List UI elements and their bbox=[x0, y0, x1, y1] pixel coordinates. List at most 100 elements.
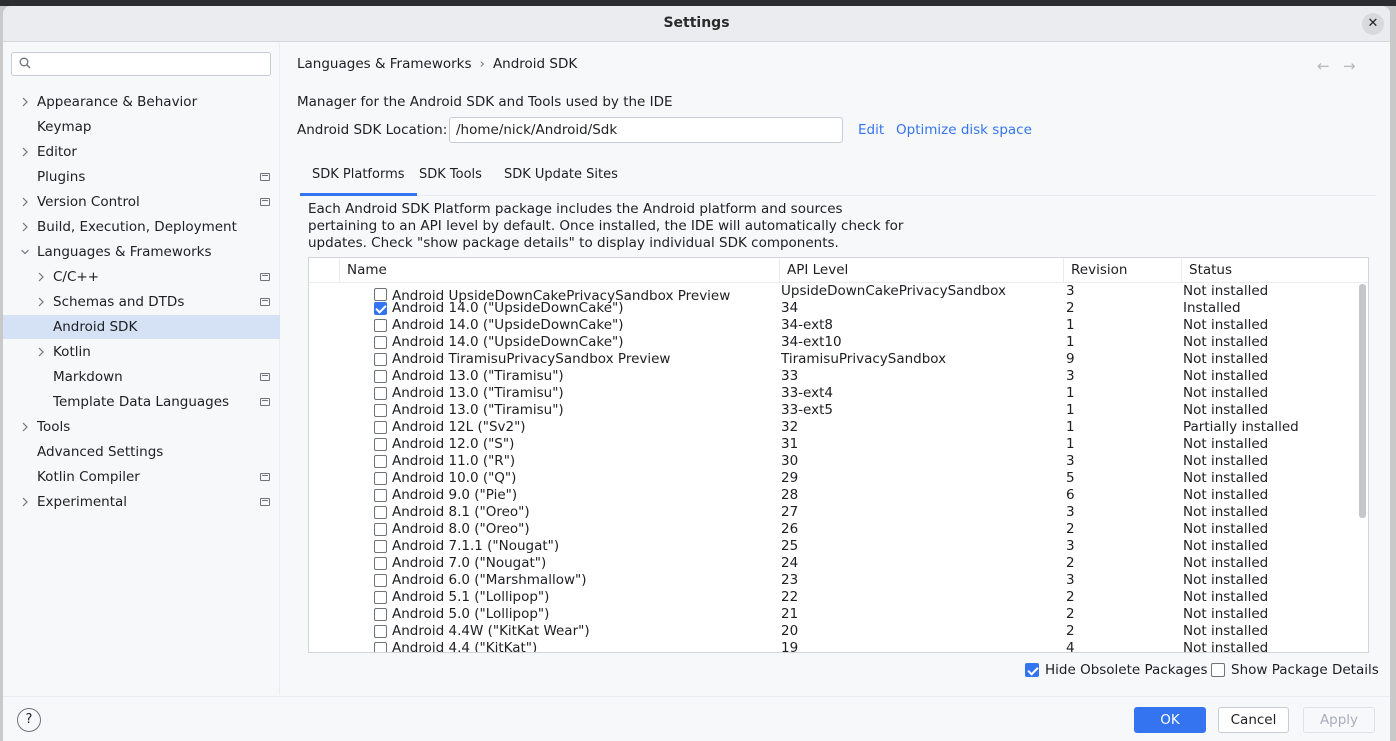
sdk-location-field[interactable]: /home/nick/Android/Sdk bbox=[449, 117, 843, 143]
sidebar-item-advanced-settings[interactable]: Advanced Settings bbox=[3, 440, 280, 464]
sidebar-item-plugins[interactable]: Plugins bbox=[3, 165, 280, 189]
sidebar-item-editor[interactable]: Editor bbox=[3, 140, 280, 164]
sidebar-item-keymap[interactable]: Keymap bbox=[3, 115, 280, 139]
sidebar-item-c-c[interactable]: C/C++ bbox=[3, 265, 280, 289]
apply-button[interactable]: Apply bbox=[1303, 707, 1375, 733]
package-checkbox[interactable] bbox=[374, 455, 387, 468]
package-checkbox[interactable] bbox=[374, 336, 387, 349]
table-row[interactable]: Android 12.0 ("S") 31 1 Not installed bbox=[309, 436, 1359, 453]
package-checkbox[interactable] bbox=[374, 574, 387, 587]
package-checkbox[interactable] bbox=[374, 523, 387, 536]
edit-link[interactable]: Edit bbox=[858, 122, 884, 138]
package-name: Android 4.4 ("KitKat") bbox=[392, 640, 538, 653]
table-row[interactable]: Android 14.0 ("UpsideDownCake") 34 2 Instal… bbox=[309, 300, 1359, 317]
column-header-name[interactable]: Name bbox=[339, 258, 779, 283]
package-checkbox[interactable] bbox=[374, 438, 387, 451]
sidebar-item-schemas-and-dtds[interactable]: Schemas and DTDs bbox=[3, 290, 280, 314]
package-checkbox[interactable] bbox=[374, 591, 387, 604]
package-checkbox[interactable] bbox=[374, 404, 387, 417]
table-row[interactable]: Android 13.0 ("Tiramisu") 33-ext5 1 Not ins… bbox=[309, 402, 1359, 419]
sidebar-item-version-control[interactable]: Version Control bbox=[3, 190, 280, 214]
package-checkbox[interactable] bbox=[374, 421, 387, 434]
chevron-right-icon[interactable] bbox=[21, 422, 29, 432]
column-header-api-level[interactable]: API Level bbox=[779, 258, 1063, 283]
chevron-down-icon[interactable] bbox=[21, 247, 29, 257]
package-checkbox[interactable] bbox=[374, 625, 387, 638]
package-name: Android 5.0 ("Lollipop") bbox=[392, 606, 550, 622]
table-row[interactable]: Android 6.0 ("Marshmallow") 23 3 Not instal… bbox=[309, 572, 1359, 589]
sidebar-item-languages-frameworks[interactable]: Languages & Frameworks bbox=[3, 240, 280, 264]
table-row[interactable]: Android 7.1.1 ("Nougat") 25 3 Not installed bbox=[309, 538, 1359, 555]
package-checkbox[interactable] bbox=[374, 489, 387, 502]
table-row[interactable]: Android 13.0 ("Tiramisu") 33-ext4 1 Not ins… bbox=[309, 385, 1359, 402]
table-row[interactable]: Android 9.0 ("Pie") 28 6 Not installed bbox=[309, 487, 1359, 504]
sidebar-item-kotlin[interactable]: Kotlin bbox=[3, 340, 280, 364]
tab-sdk-platforms[interactable]: SDK Platforms bbox=[300, 156, 417, 196]
back-arrow-icon[interactable]: ← bbox=[1317, 57, 1330, 75]
table-row[interactable]: Android 8.1 ("Oreo") 27 3 Not installed bbox=[309, 504, 1359, 521]
sidebar-item-kotlin-compiler[interactable]: Kotlin Compiler bbox=[3, 465, 280, 489]
vertical-scrollbar[interactable] bbox=[1359, 284, 1366, 518]
search-input[interactable] bbox=[11, 52, 271, 76]
package-checkbox[interactable] bbox=[374, 506, 387, 519]
chevron-right-icon[interactable] bbox=[21, 97, 29, 107]
table-row[interactable]: Android 13.0 ("Tiramisu") 33 3 Not installe… bbox=[309, 368, 1359, 385]
close-button[interactable]: ✕ bbox=[1362, 13, 1384, 35]
package-checkbox[interactable] bbox=[374, 370, 387, 383]
chevron-right-icon[interactable] bbox=[37, 297, 45, 307]
package-name: Android 14.0 ("UpsideDownCake") bbox=[392, 300, 624, 316]
table-row[interactable]: Android 5.0 ("Lollipop") 21 2 Not installed bbox=[309, 606, 1359, 623]
sidebar-item-android-sdk[interactable]: Android SDK bbox=[3, 315, 280, 339]
table-row[interactable]: Android 4.4W ("KitKat Wear") 20 2 Not insta… bbox=[309, 623, 1359, 640]
table-row[interactable]: Android 14.0 ("UpsideDownCake") 34-ext10 1… bbox=[309, 334, 1359, 351]
table-row[interactable]: Android 14.0 ("UpsideDownCake") 34-ext8 1 N… bbox=[309, 317, 1359, 334]
sidebar-item-label: Languages & Frameworks bbox=[37, 244, 212, 260]
hide-obsolete-checkbox[interactable] bbox=[1025, 663, 1039, 677]
table-row[interactable]: Android 7.0 ("Nougat") 24 2 Not installed bbox=[309, 555, 1359, 572]
table-row[interactable]: Android 10.0 ("Q") 29 5 Not installed bbox=[309, 470, 1359, 487]
optimize-disk-space-link[interactable]: Optimize disk space bbox=[896, 122, 1032, 138]
chevron-right-icon[interactable] bbox=[21, 497, 29, 507]
package-name: Android 7.0 ("Nougat") bbox=[392, 555, 547, 571]
table-row[interactable]: Android 5.1 ("Lollipop") 22 2 Not installed bbox=[309, 589, 1359, 606]
package-checkbox[interactable] bbox=[374, 472, 387, 485]
package-checkbox[interactable] bbox=[374, 540, 387, 553]
ok-button[interactable]: OK bbox=[1134, 707, 1206, 733]
api-level: 26 bbox=[781, 521, 799, 537]
column-header-status[interactable]: Status bbox=[1181, 258, 1368, 283]
package-checkbox[interactable] bbox=[374, 642, 387, 652]
sidebar-item-build-execution-deployment[interactable]: Build, Execution, Deployment bbox=[3, 215, 280, 239]
chevron-right-icon[interactable] bbox=[21, 147, 29, 157]
table-row[interactable]: Android 8.0 ("Oreo") 26 2 Not installed bbox=[309, 521, 1359, 538]
package-checkbox[interactable] bbox=[374, 557, 387, 570]
chevron-right-icon[interactable] bbox=[21, 222, 29, 232]
chevron-right-icon[interactable] bbox=[21, 197, 29, 207]
table-row[interactable]: Android 11.0 ("R") 30 3 Not installed bbox=[309, 453, 1359, 470]
table-row[interactable]: Android TiramisuPrivacySandbox Preview Ti… bbox=[309, 351, 1359, 368]
column-header-revision[interactable]: Revision bbox=[1063, 258, 1181, 283]
package-checkbox[interactable] bbox=[374, 608, 387, 621]
tab-sdk-update-sites[interactable]: SDK Update Sites bbox=[492, 156, 630, 196]
chevron-right-icon[interactable] bbox=[37, 347, 45, 357]
sidebar-item-experimental[interactable]: Experimental bbox=[3, 490, 280, 514]
table-row[interactable]: Android UpsideDownCakePrivacySandbox Pre… bbox=[309, 283, 1359, 304]
breadcrumb-parent[interactable]: Languages & Frameworks bbox=[297, 56, 472, 72]
help-button[interactable]: ? bbox=[17, 708, 41, 732]
cancel-button[interactable]: Cancel bbox=[1218, 707, 1289, 733]
sidebar-item-template-data-languages[interactable]: Template Data Languages bbox=[3, 390, 280, 414]
package-checkbox[interactable] bbox=[374, 302, 387, 315]
table-row[interactable]: Android 12L ("Sv2") 32 1 Partially installe… bbox=[309, 419, 1359, 436]
chevron-right-icon[interactable] bbox=[37, 272, 45, 282]
revision: 2 bbox=[1066, 555, 1075, 571]
package-checkbox[interactable] bbox=[374, 353, 387, 366]
sidebar-item-markdown[interactable]: Markdown bbox=[3, 365, 280, 389]
project-settings-icon bbox=[260, 398, 270, 406]
table-row[interactable]: Android 4.4 ("KitKat") 19 4 Not installed bbox=[309, 640, 1359, 653]
package-checkbox[interactable] bbox=[374, 387, 387, 400]
sidebar-item-appearance-behavior[interactable]: Appearance & Behavior bbox=[3, 90, 280, 114]
sidebar-item-tools[interactable]: Tools bbox=[3, 415, 280, 439]
show-package-details-checkbox[interactable] bbox=[1211, 663, 1225, 677]
forward-arrow-icon[interactable]: → bbox=[1343, 57, 1356, 75]
package-checkbox[interactable] bbox=[374, 319, 387, 332]
tab-sdk-tools[interactable]: SDK Tools bbox=[407, 156, 494, 196]
